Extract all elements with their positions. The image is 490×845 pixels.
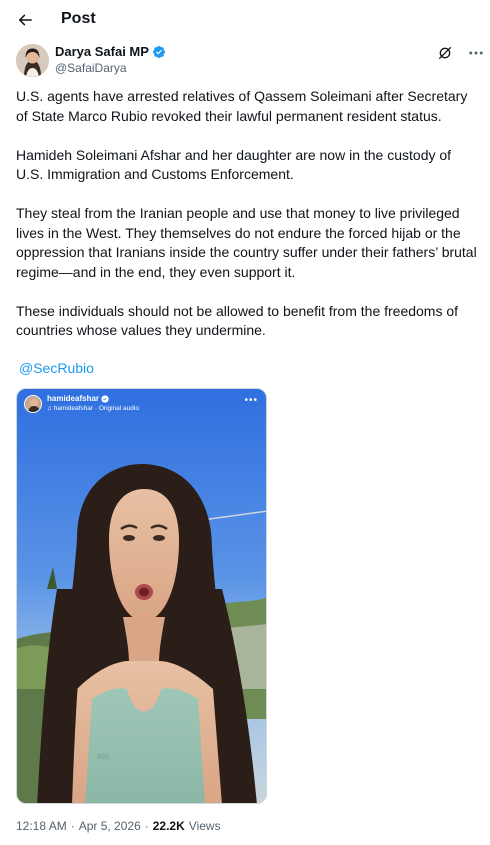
media-username: hamideafshar [47, 394, 100, 403]
media-username-row: hamideafshar [47, 394, 109, 403]
mention-link[interactable]: @SecRubio [19, 360, 94, 376]
back-button[interactable] [14, 9, 36, 31]
meta-separator: · [70, 819, 75, 833]
views-label: Views [188, 819, 221, 833]
arrow-left-icon [18, 14, 32, 26]
author-row: Darya Safai MP @SafaiDarya [16, 44, 483, 78]
media-logo-text: alo [97, 751, 109, 761]
post-date[interactable]: Apr 5, 2026 [79, 819, 141, 833]
media-user-avatar [24, 395, 42, 413]
music-note-icon: ♫ [47, 405, 54, 412]
author-name-row: Darya Safai MP [55, 44, 166, 59]
author-name[interactable]: Darya Safai MP [55, 44, 149, 59]
media-audio-label: hamideafshar · Original audio [53, 405, 139, 412]
views-count: 22.2K [152, 819, 185, 833]
media-more-icon[interactable]: ••• [244, 395, 258, 406]
tweet-text: U.S. agents have arrested relatives of Q… [16, 87, 478, 360]
tweet-paragraph: Hamideh Soleimani Afshar and her daughte… [16, 146, 452, 183]
tweet-paragraph: U.S. agents have arrested relatives of Q… [16, 88, 468, 124]
avatar[interactable] [16, 44, 49, 77]
media-audio-row: ♫ hamideafshar · Original audio [47, 405, 139, 412]
verified-badge-icon [101, 394, 109, 403]
post-meta: 12:18 AM · Apr 5, 2026 · 22.2K Views [16, 819, 221, 833]
tweet-paragraph: They steal from the Iranian people and u… [16, 205, 477, 280]
author-handle[interactable]: @SafaiDarya [55, 61, 127, 75]
video-media[interactable]: alo hamideafshar ♫ hamideafshar · Origin… [16, 388, 267, 804]
tweet-paragraph: These individuals should not be allowed … [16, 302, 459, 339]
post-time[interactable]: 12:18 AM [16, 819, 67, 833]
meta-separator: · [144, 819, 149, 833]
more-icon[interactable] [467, 45, 485, 61]
grok-icon[interactable] [437, 45, 453, 61]
post-header: Post [0, 0, 490, 40]
page-title: Post [61, 10, 96, 27]
verified-badge-icon [152, 45, 166, 59]
video-still: alo [17, 389, 266, 803]
